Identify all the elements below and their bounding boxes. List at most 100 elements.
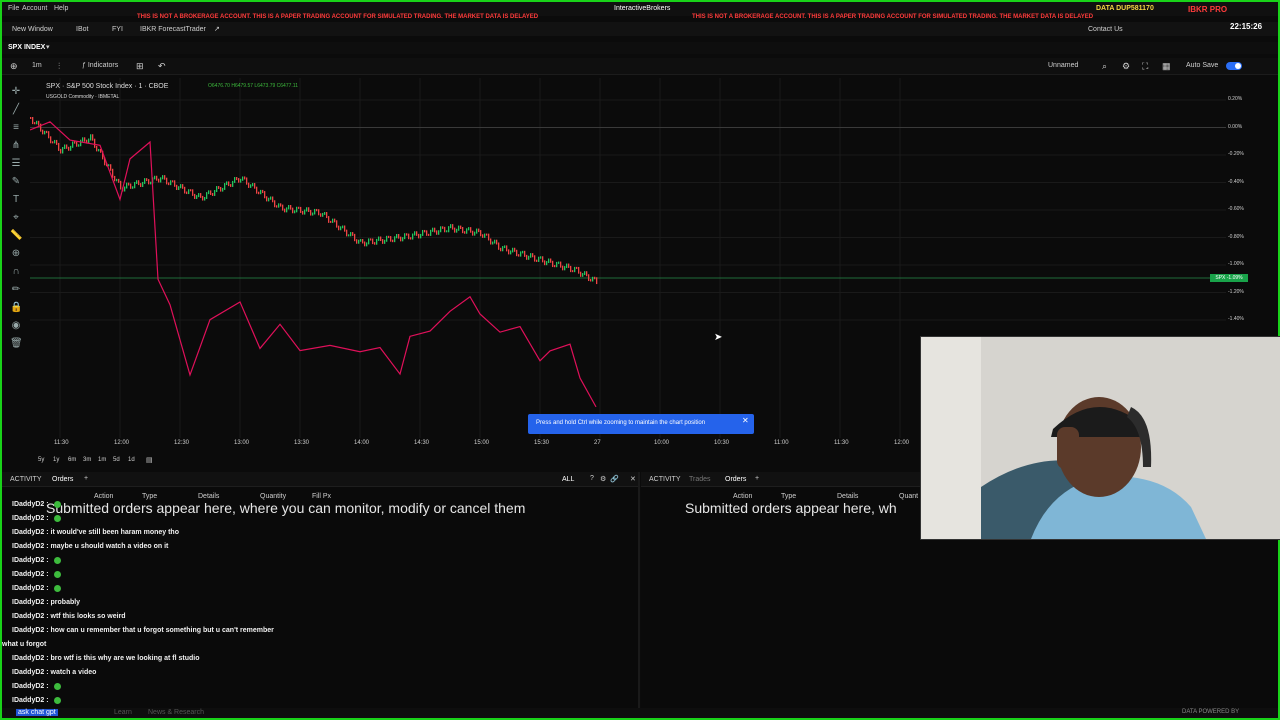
spx-candle (352, 232, 354, 236)
status-tab-chat[interactable]: ask chat gpt (16, 709, 58, 716)
spx-candle (388, 235, 390, 239)
eye-icon[interactable]: ◉ (10, 320, 22, 332)
external-link-icon[interactable]: ↗ (214, 25, 220, 33)
indicators-button[interactable]: ƒ Indicators (82, 62, 118, 69)
spx-candle (184, 186, 186, 194)
spx-candle (44, 130, 46, 135)
col-type-right[interactable]: Type (781, 493, 796, 500)
trash-icon[interactable]: 🗑 (10, 338, 23, 350)
tab-orders-right[interactable]: Orders (725, 476, 746, 483)
layout-grid-icon[interactable]: ⊞ (136, 61, 144, 72)
spx-candle (136, 180, 138, 184)
time-axis-label: 11:30 (54, 440, 69, 446)
spx-candle (522, 250, 524, 254)
fyi-button[interactable]: FYI (112, 26, 123, 33)
autosave-toggle[interactable] (1226, 62, 1242, 70)
trendline-icon[interactable]: ╱ (10, 104, 22, 116)
spx-candle (560, 261, 562, 268)
tab-spx-index[interactable]: SPX INDEX (8, 44, 45, 51)
spx-candle (172, 180, 174, 183)
filter-selector[interactable]: ALL (562, 476, 574, 483)
chat-emote-icon (53, 556, 61, 564)
spx-candle (258, 191, 260, 195)
fib-icon[interactable]: ☰ (10, 158, 22, 170)
calendar-icon[interactable]: ▤ (146, 456, 153, 464)
zoom-icon[interactable]: ⊕ (10, 248, 22, 260)
help-icon[interactable]: ? (590, 475, 594, 482)
spx-candle (42, 129, 44, 135)
spx-candle (192, 189, 194, 196)
chat-message: IDaddyD2 : (2, 568, 638, 582)
lock-icon[interactable]: 🔒 (10, 302, 22, 314)
range-button-3m[interactable]: 3m (83, 457, 91, 463)
zoom-tooltip: Press and hold Ctrl while zooming to mai… (528, 414, 754, 434)
spx-candle (84, 137, 86, 142)
spx-candle (276, 205, 278, 208)
spx-candle (114, 175, 116, 182)
menu-account[interactable]: Account (22, 5, 47, 12)
lock-draw-icon[interactable]: ✏ (10, 284, 22, 296)
camera-icon[interactable]: ▦ (1162, 61, 1171, 72)
horizontal-lines-icon[interactable]: ≡ (10, 122, 22, 134)
time-axis-label: 15:30 (534, 440, 550, 446)
magnet-icon[interactable]: ∩ (10, 266, 22, 278)
add-tab-icon-right[interactable]: + (755, 475, 759, 482)
interval-selector[interactable]: 1m (32, 62, 42, 69)
range-button-1y[interactable]: 1y (53, 457, 59, 463)
link-icon[interactable]: 🔗 (610, 475, 619, 483)
spx-candle (370, 238, 372, 241)
streamer-webcam-image (921, 337, 1280, 539)
fullscreen-icon[interactable]: ⛶ (1142, 61, 1148, 72)
spx-candle (326, 212, 328, 219)
chevron-down-icon[interactable]: ▾ (46, 43, 50, 51)
col-quant-right[interactable]: Quant (899, 493, 918, 500)
spx-candle (318, 209, 320, 216)
range-button-1d[interactable]: 1d (128, 457, 135, 463)
range-button-5y[interactable]: 5y (38, 457, 44, 463)
layout-name-selector[interactable]: Unnamed (1048, 62, 1078, 69)
range-button-6m[interactable]: 6m (68, 457, 76, 463)
chat-username: IDaddyD2 : (12, 529, 51, 536)
chat-overlay: IDaddyD2 : IDaddyD2 : IDaddyD2 : it woul… (2, 498, 638, 708)
new-window-button[interactable]: New Window (12, 26, 53, 33)
contact-us-link[interactable]: Contact Us (1088, 26, 1123, 33)
gear-icon[interactable]: ⚙ (1122, 61, 1130, 72)
crosshair-icon[interactable]: ⊕ (10, 61, 18, 72)
empty-orders-message-right: Submitted orders appear here, wh (685, 500, 897, 516)
close-panel-icon[interactable]: ✕ (630, 475, 636, 483)
col-details-right[interactable]: Details (837, 493, 858, 500)
text-icon[interactable]: T (10, 194, 22, 206)
tab-activity[interactable]: ACTIVITY (10, 476, 42, 483)
tab-activity-right[interactable]: ACTIVITY (649, 476, 681, 483)
ruler-icon[interactable]: 📏 (10, 230, 22, 242)
status-tab-learn[interactable]: Learn (114, 709, 132, 716)
spx-candle (92, 134, 94, 141)
menu-file[interactable]: File (8, 5, 19, 12)
search-icon[interactable]: ⌕ (1102, 61, 1107, 72)
tab-trades[interactable]: Trades (689, 476, 711, 483)
add-tab-icon[interactable]: + (84, 475, 88, 482)
range-button-5d[interactable]: 5d (113, 457, 120, 463)
spx-candle (126, 182, 128, 189)
spx-candle (422, 229, 424, 236)
undo-icon[interactable]: ↶ (158, 61, 166, 72)
forecasttrader-button[interactable]: IBKR ForecastTrader (140, 26, 206, 33)
range-button-1m[interactable]: 1m (98, 457, 106, 463)
spx-candle (266, 196, 268, 202)
pattern-icon[interactable]: ⌖ (10, 212, 22, 224)
cursor-icon[interactable]: ✛ (10, 86, 22, 98)
close-icon[interactable]: ✕ (742, 416, 749, 425)
brush-icon[interactable]: ✎ (10, 176, 22, 188)
col-action-right[interactable]: Action (733, 493, 752, 500)
pitchfork-icon[interactable]: ⋔ (10, 140, 22, 152)
ibot-button[interactable]: IBot (76, 26, 88, 33)
candle-type-icon[interactable]: ⫶ (58, 61, 60, 72)
spx-candle (94, 138, 96, 148)
spx-candle (592, 276, 594, 282)
status-tab-news[interactable]: News & Research (148, 709, 204, 716)
menu-help[interactable]: Help (54, 5, 68, 12)
spx-candle (212, 192, 214, 196)
settings-icon[interactable]: ⚙ (600, 475, 606, 483)
tab-orders[interactable]: Orders (52, 476, 73, 483)
spx-candle (328, 216, 330, 223)
